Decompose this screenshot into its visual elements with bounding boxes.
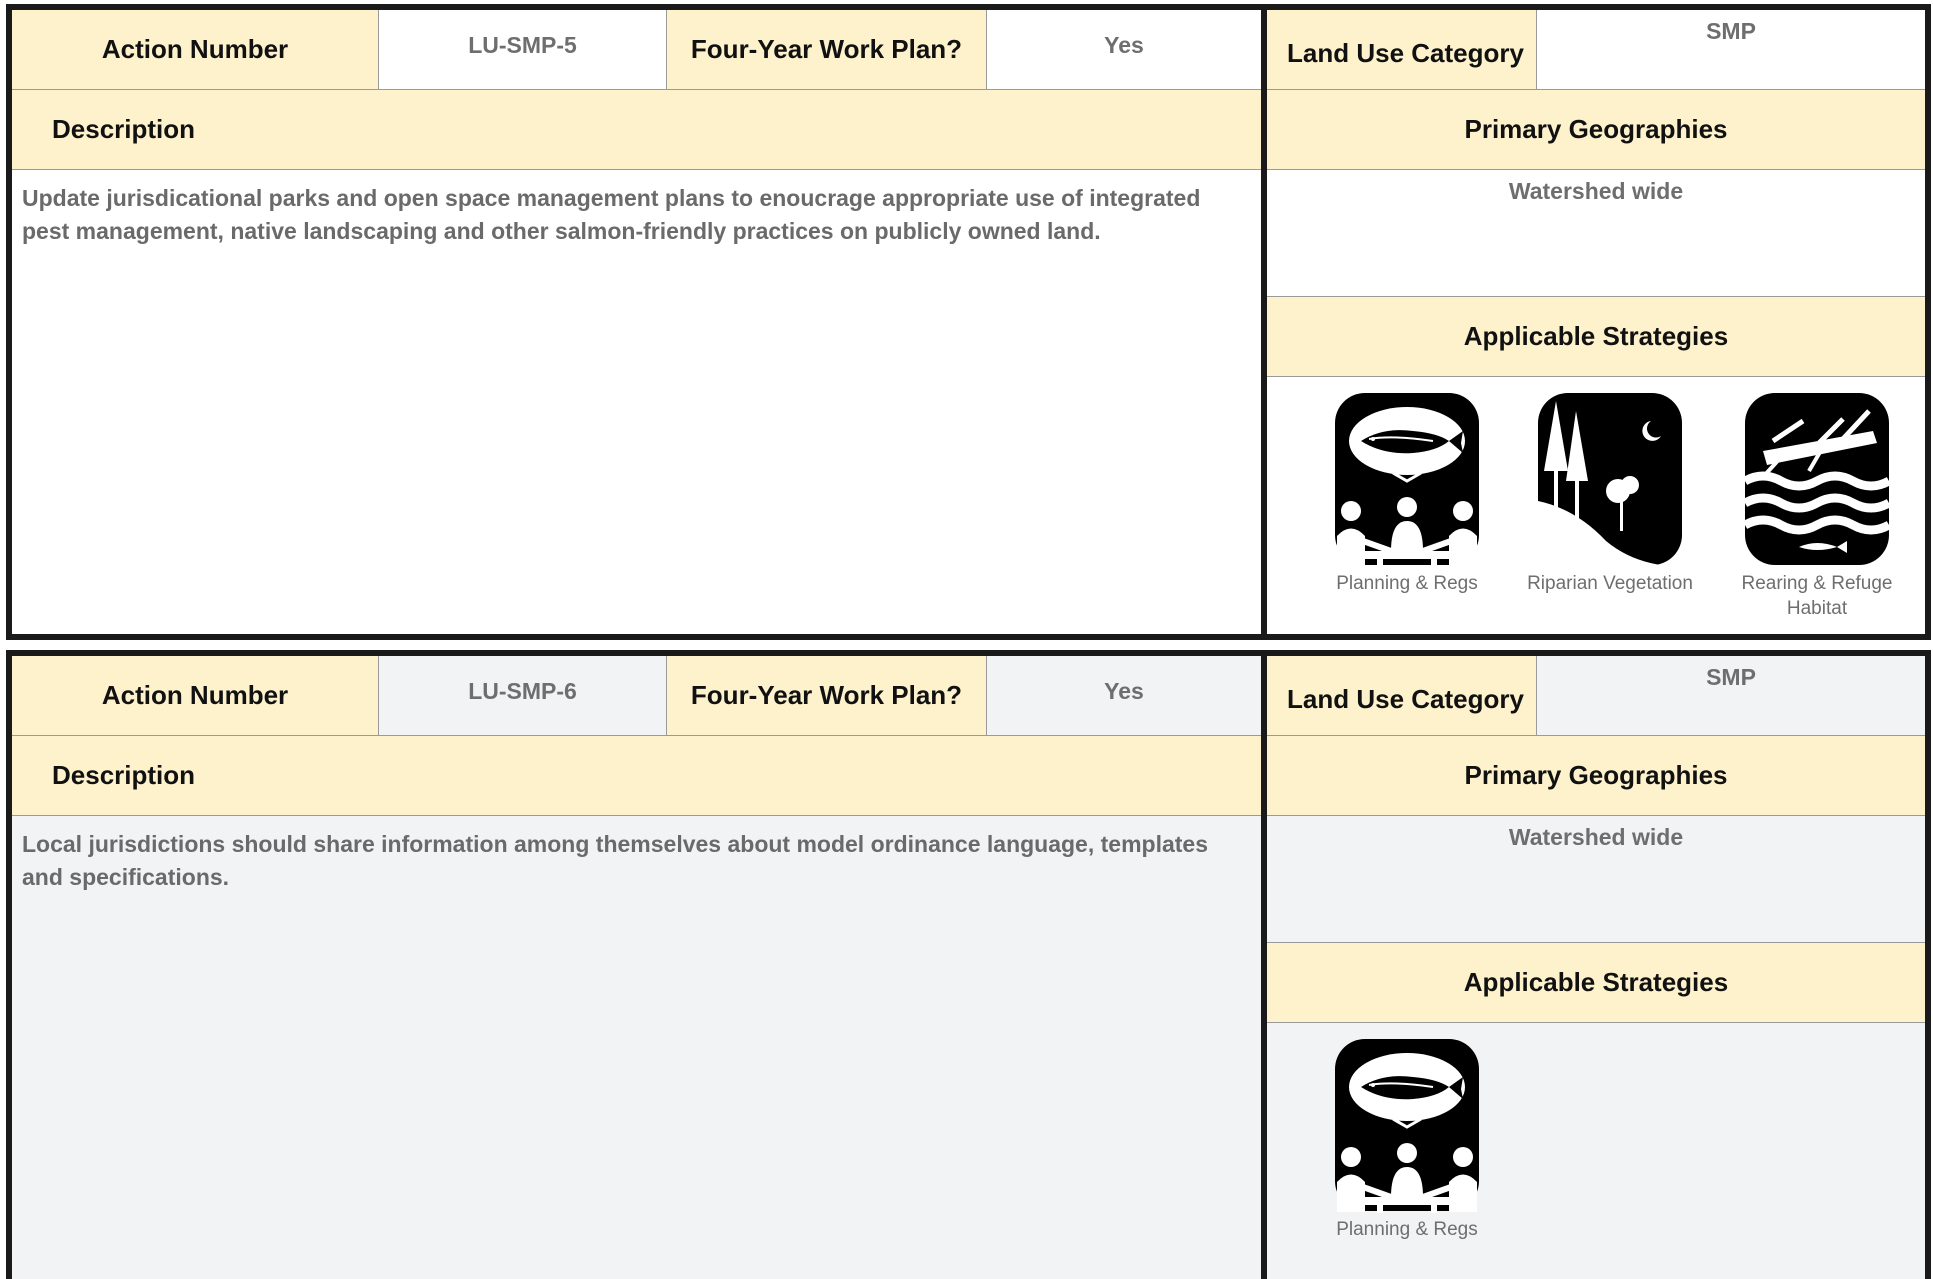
card-right-column: Land Use Category SMP Primary Geographie… [1267, 10, 1925, 634]
land-use-value: SMP [1706, 664, 1756, 690]
strategy-item: Planning & Regs [1312, 1037, 1502, 1242]
land-use-row: Land Use Category SMP [1267, 10, 1925, 90]
strategy-label: Rearing & Refuge Habitat [1741, 573, 1893, 619]
description-heading: Description [12, 736, 1261, 816]
action-card: Action Number LU-SMP-5 Four-Year Work Pl… [6, 4, 1931, 640]
planning-regs-icon [1333, 391, 1481, 567]
work-plan-value: Yes [1104, 678, 1144, 704]
description-text: Update jurisdicational parks and open sp… [22, 185, 1201, 244]
riparian-vegetation-icon [1536, 391, 1684, 567]
land-use-row: Land Use Category SMP [1267, 656, 1925, 736]
strategies-list: Planning & Regs [1267, 1023, 1925, 1279]
primary-geographies-heading: Primary Geographies [1267, 90, 1925, 170]
planning-regs-icon [1333, 1037, 1481, 1213]
land-use-value: SMP [1706, 18, 1756, 44]
work-plan-value: Yes [1104, 32, 1144, 58]
strategy-item: Riparian Vegetation [1515, 391, 1705, 596]
strategy-item: Planning & Regs [1312, 391, 1502, 596]
action-number-label: Action Number [12, 10, 379, 89]
land-use-label: Land Use Category [1267, 10, 1537, 89]
work-plan-label: Four-Year Work Plan? [667, 656, 987, 735]
card-left-column: Action Number LU-SMP-6 Four-Year Work Pl… [12, 656, 1267, 1279]
description-heading: Description [12, 90, 1261, 170]
land-use-label: Land Use Category [1267, 656, 1537, 735]
strategies-list: Planning & Regs Riparian Vegetation Rear… [1267, 377, 1925, 634]
card-header-row: Action Number LU-SMP-6 Four-Year Work Pl… [12, 656, 1261, 736]
strategy-label: Planning & Regs [1336, 573, 1478, 594]
card-right-column: Land Use Category SMP Primary Geographie… [1267, 656, 1925, 1279]
applicable-strategies-heading: Applicable Strategies [1267, 943, 1925, 1023]
action-number-label: Action Number [12, 656, 379, 735]
primary-geographies-value: Watershed wide [1267, 170, 1925, 297]
primary-geographies-value: Watershed wide [1267, 816, 1925, 943]
strategy-item: Rearing & Refuge Habitat [1722, 391, 1912, 621]
action-number-value: LU-SMP-6 [379, 656, 667, 735]
work-plan-label: Four-Year Work Plan? [667, 10, 987, 89]
action-card: Action Number LU-SMP-6 Four-Year Work Pl… [6, 650, 1931, 1279]
primary-geographies-heading: Primary Geographies [1267, 736, 1925, 816]
applicable-strategies-heading: Applicable Strategies [1267, 297, 1925, 377]
rearing-refuge-habitat-icon [1743, 391, 1891, 567]
action-number-value: LU-SMP-5 [379, 10, 667, 89]
description-text: Local jurisdictions should share informa… [22, 831, 1209, 890]
card-left-column: Action Number LU-SMP-5 Four-Year Work Pl… [12, 10, 1267, 634]
strategy-label: Planning & Regs [1336, 1219, 1478, 1240]
strategy-label: Riparian Vegetation [1527, 573, 1693, 594]
card-header-row: Action Number LU-SMP-5 Four-Year Work Pl… [12, 10, 1261, 90]
